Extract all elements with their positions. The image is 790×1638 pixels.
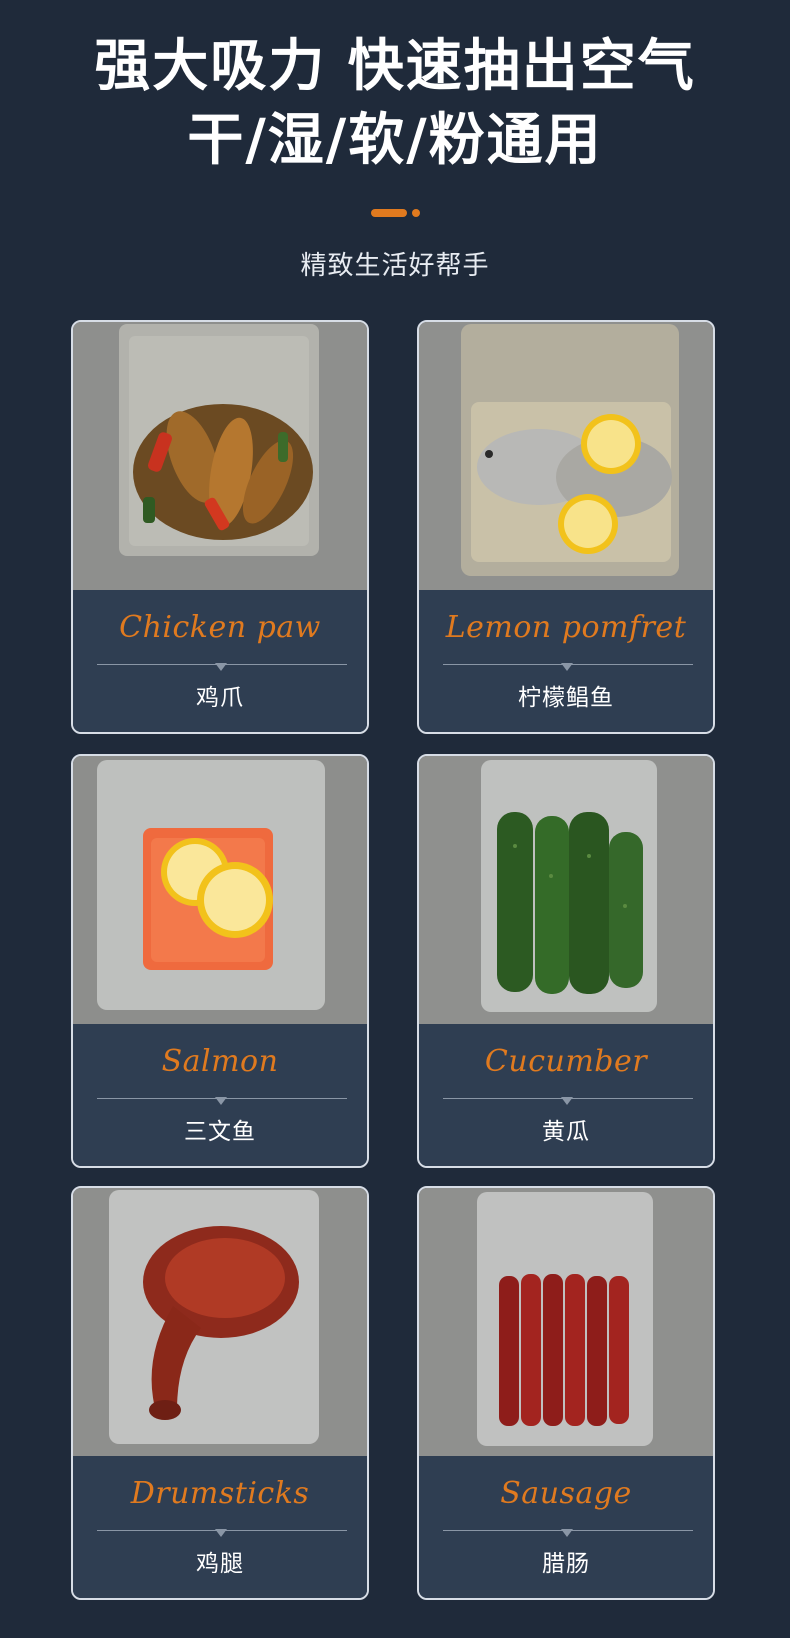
accent-bar	[371, 209, 407, 217]
subtitle: 精致生活好帮手	[300, 251, 490, 281]
chinese-label: 鸡腿	[196, 1551, 244, 1577]
divider-line	[443, 663, 693, 671]
divider-notch	[561, 663, 573, 671]
photo-lemon-pomfret	[419, 322, 713, 590]
divider-notch	[215, 1097, 227, 1105]
divider-notch	[561, 1097, 573, 1105]
vacuum-bag-drumstick-icon	[73, 1188, 367, 1456]
divider-line	[97, 1529, 347, 1537]
chinese-label: 三文鱼	[184, 1119, 256, 1145]
vacuum-bag-sausage-icon	[419, 1188, 713, 1456]
chinese-label: 柠檬鲳鱼	[518, 685, 614, 711]
photo-chicken-paw	[73, 322, 367, 590]
food-card-sausage: Sausage 腊肠	[417, 1186, 715, 1600]
english-label: Lemon pomfret	[445, 610, 687, 645]
photo-salmon	[73, 756, 367, 1024]
caption-cucumber: Cucumber 黄瓜	[419, 1024, 713, 1166]
caption-chicken-paw: Chicken paw 鸡爪	[73, 590, 367, 732]
food-card-cucumber: Cucumber 黄瓜	[417, 754, 715, 1168]
accent-dot	[412, 209, 420, 217]
caption-sausage: Sausage 腊肠	[419, 1456, 713, 1598]
chinese-label: 黄瓜	[542, 1119, 590, 1145]
divider-line	[443, 1097, 693, 1105]
caption-salmon: Salmon 三文鱼	[73, 1024, 367, 1166]
photo-sausage	[419, 1188, 713, 1456]
caption-drumsticks: Drumsticks 鸡腿	[73, 1456, 367, 1598]
food-card-drumsticks: Drumsticks 鸡腿	[71, 1186, 369, 1600]
food-card-salmon: Salmon 三文鱼	[71, 754, 369, 1168]
caption-lemon-pomfret: Lemon pomfret 柠檬鲳鱼	[419, 590, 713, 732]
english-label: Sausage	[500, 1476, 632, 1511]
photo-cucumber	[419, 756, 713, 1024]
english-label: Drumsticks	[130, 1476, 310, 1511]
divider-notch	[561, 1529, 573, 1537]
vacuum-bag-cucumber-icon	[419, 756, 713, 1024]
english-label: Salmon	[161, 1044, 279, 1079]
headline-line-2: 干/湿/软/粉通用	[187, 108, 603, 173]
photo-drumsticks	[73, 1188, 367, 1456]
headline: 强大吸力 快速抽出空气 干/湿/软/粉通用	[0, 30, 790, 178]
vacuum-bag-pomfret-icon	[419, 322, 713, 590]
english-label: Cucumber	[484, 1044, 648, 1079]
divider-notch	[215, 663, 227, 671]
divider-notch	[215, 1529, 227, 1537]
food-card-chicken-paw: Chicken paw 鸡爪	[71, 320, 369, 734]
headline-line-1: 强大吸力 快速抽出空气	[94, 34, 696, 99]
food-card-lemon-pomfret: Lemon pomfret 柠檬鲳鱼	[417, 320, 715, 734]
divider-line	[97, 1097, 347, 1105]
vacuum-bag-salmon-icon	[73, 756, 367, 1024]
vacuum-bag-chicken-paw-icon	[73, 322, 367, 590]
english-label: Chicken paw	[119, 610, 321, 645]
chinese-label: 鸡爪	[196, 685, 244, 711]
accent-divider	[371, 209, 431, 217]
divider-line	[443, 1529, 693, 1537]
chinese-label: 腊肠	[542, 1551, 590, 1577]
divider-line	[97, 663, 347, 671]
